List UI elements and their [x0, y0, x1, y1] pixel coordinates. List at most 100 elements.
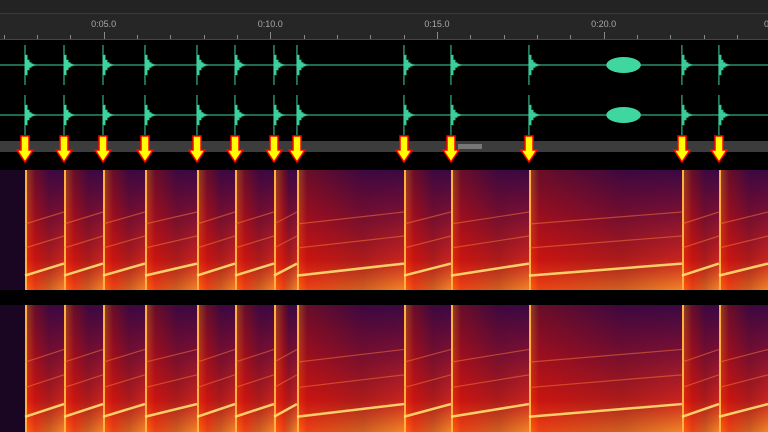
spectrogram-harmonic [403, 262, 452, 277]
waveform-transient [718, 95, 733, 135]
down-arrow-icon [672, 135, 691, 163]
ruler-tick [436, 32, 438, 39]
spectrogram-harmonic [718, 348, 768, 363]
ruler-tick [170, 35, 172, 39]
spectrogram-harmonic [450, 211, 530, 225]
spectrogram-harmonic [102, 348, 146, 363]
ruler-tick [236, 35, 238, 39]
spectrogram-harmonic [144, 402, 198, 418]
waveform-transient [403, 95, 418, 135]
spectrogram-harmonic [273, 211, 298, 225]
waveform-transient [681, 95, 696, 135]
ruler-tick [403, 35, 405, 39]
waveform-transient [296, 45, 311, 85]
ruler-tick [636, 35, 638, 39]
ruler-tick [503, 35, 505, 39]
waveform-transient [24, 95, 39, 135]
waveform-transient [24, 45, 39, 85]
waveform-transient [403, 45, 418, 85]
ruler-tick [703, 35, 705, 39]
spectrogram-harmonic [718, 374, 768, 389]
spectrogram-harmonic [24, 402, 65, 418]
waveform-transient [234, 45, 249, 85]
ruler-tick [470, 35, 472, 39]
spectrogram-harmonic [681, 402, 720, 418]
waveform-transient [273, 95, 288, 135]
spectrogram-harmonic [296, 402, 405, 419]
waveform-sustained-event [606, 107, 641, 123]
spectrogram-harmonic [450, 348, 530, 363]
spectrogram-harmonic [273, 235, 298, 249]
spectrogram-harmonic [528, 374, 682, 389]
spectrogram-channel-left[interactable] [0, 170, 768, 290]
waveform-transient [718, 45, 733, 85]
spectrogram-harmonic [24, 211, 65, 225]
ruler-tick [36, 35, 38, 39]
waveform-channel-left[interactable] [0, 40, 768, 90]
spectrogram-harmonic [273, 262, 298, 277]
waveform-transient [528, 95, 543, 135]
down-arrow-icon [287, 135, 306, 163]
spectrogram-harmonic [718, 262, 768, 277]
spectrogram-harmonic [102, 235, 146, 249]
spectrogram-harmonic [102, 211, 146, 225]
ruler-label: 0:05.0 [91, 19, 117, 29]
ruler-tick [136, 35, 138, 39]
spectrogram-harmonic [63, 374, 104, 389]
spectrogram-harmonic [718, 235, 768, 249]
spectrogram-harmonic [528, 402, 683, 419]
spectrogram-harmonic [296, 211, 405, 225]
waveform-transient [450, 45, 465, 85]
spectrogram-harmonic [102, 402, 146, 418]
waveform-transient [528, 45, 543, 85]
spectrogram-harmonic [102, 374, 146, 389]
spectrogram-harmonic [196, 211, 236, 225]
spectrogram-harmonic [718, 211, 768, 225]
spectrogram-harmonic [24, 348, 65, 363]
spectrogram-harmonic [24, 374, 65, 389]
spectrogram-harmonic [24, 235, 65, 249]
spectrogram-harmonic [403, 211, 452, 225]
spectrogram-harmonic [296, 235, 405, 249]
spectrogram-harmonic [63, 262, 104, 277]
spectrogram-harmonic [681, 211, 720, 225]
spectrogram-harmonic [450, 262, 530, 277]
spectrogram-harmonic [63, 235, 104, 249]
ruler-tick [3, 35, 5, 39]
down-arrow-icon [709, 135, 728, 163]
spectrogram-harmonic [144, 235, 198, 249]
spectrogram-harmonic [24, 262, 65, 277]
waveform-channel-right[interactable] [0, 90, 768, 140]
spectrogram-harmonic [144, 211, 198, 225]
spectrogram-harmonic [63, 348, 104, 363]
spectrogram-harmonic [403, 374, 452, 389]
spectrogram-harmonic [234, 402, 275, 418]
waveform-transient [450, 95, 465, 135]
spectrogram-harmonic [681, 235, 720, 249]
spectrogram-harmonic [273, 348, 298, 363]
waveform-sustained-event [606, 57, 641, 73]
spectrogram-harmonic [196, 235, 236, 249]
spectrogram-harmonic [234, 262, 275, 277]
spectrogram-harmonic [63, 211, 104, 225]
ruler-tick [570, 35, 572, 39]
waveform-transient [144, 45, 159, 85]
spectrogram-harmonic [403, 235, 452, 249]
waveform-transient [296, 95, 311, 135]
spectrogram-channel-right[interactable] [0, 305, 768, 432]
spectrogram-harmonic [681, 348, 720, 363]
spectrogram-harmonic [196, 402, 236, 418]
timeline-ruler[interactable]: 0:05.0 0:10.0 0:15.0 0:20.0 0:2 [0, 14, 768, 40]
event-markers [0, 135, 768, 165]
waveform-transient [102, 95, 117, 135]
spectrogram-harmonic [528, 262, 683, 277]
spectrogram-harmonic [234, 348, 275, 363]
ruler-tick [270, 32, 272, 39]
spectrogram-harmonic [144, 348, 198, 363]
spectrogram-harmonic [718, 402, 768, 418]
spectrogram-harmonic [403, 402, 452, 418]
waveform-transient [273, 45, 288, 85]
waveform-transient [234, 95, 249, 135]
ruler-tick [103, 32, 105, 39]
spectrogram-harmonic [102, 262, 146, 277]
